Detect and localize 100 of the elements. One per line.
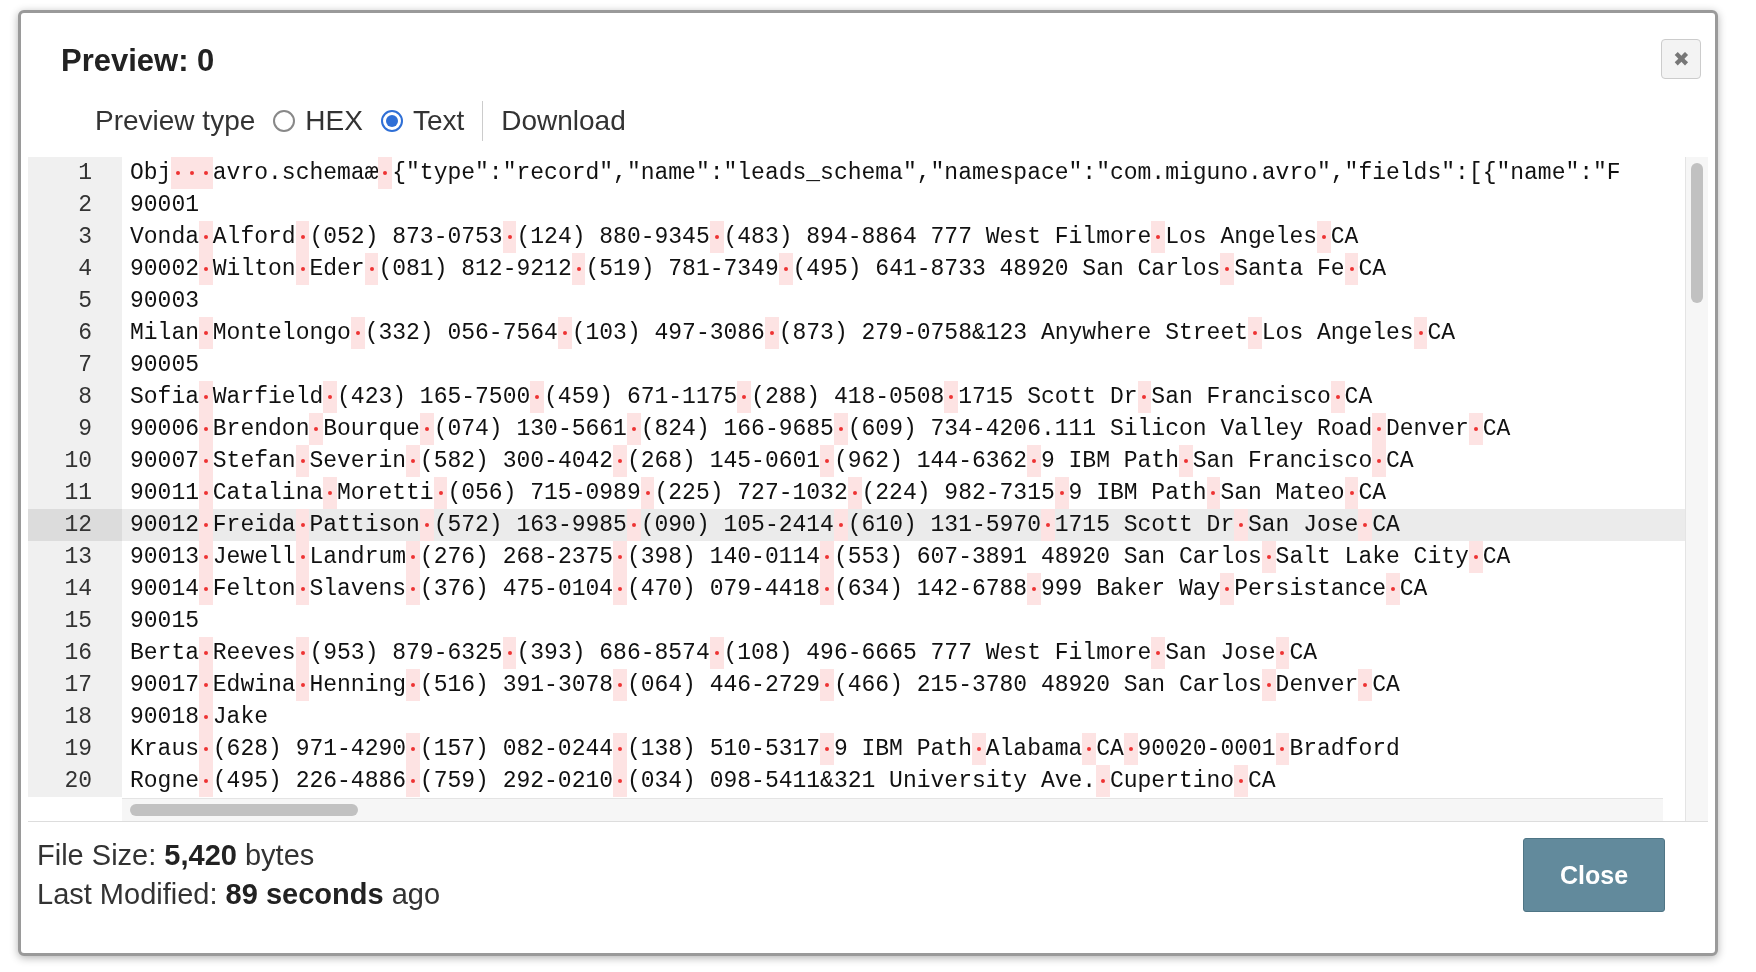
download-link[interactable]: Download: [501, 105, 626, 137]
control-character-icon: [364, 253, 379, 285]
code-text: 9 IBM Path: [833, 735, 972, 764]
control-character-icon: [406, 541, 420, 573]
control-character-icon: [1275, 733, 1290, 765]
line-number: 14: [28, 573, 122, 605]
control-character-icon: [764, 317, 779, 349]
line-number: 19: [28, 733, 122, 765]
control-character-icon: [433, 477, 448, 509]
code-text: (108) 496-6665 777 West Filmore: [723, 639, 1152, 668]
line-number: 17: [28, 669, 122, 701]
control-character-icon: [1317, 221, 1331, 253]
code-text: Severin: [309, 447, 407, 476]
code-text: Salt Lake City: [1275, 543, 1469, 572]
code-text: San Jose: [1248, 511, 1359, 540]
code-text: (081) 812-9212: [378, 255, 572, 284]
control-character-icon: [737, 381, 752, 413]
code-text: Brendon: [212, 415, 310, 444]
control-character-icon: [199, 221, 213, 253]
code-text: (759) 292-0210: [419, 767, 614, 796]
code-text: Denver: [1386, 415, 1469, 444]
close-button[interactable]: Close: [1523, 838, 1665, 912]
code-text: Warfield: [212, 383, 324, 412]
code-text: Jewell: [212, 543, 296, 572]
code-text: CA: [1358, 479, 1386, 508]
vertical-scrollbar[interactable]: [1685, 157, 1708, 821]
line-number: 18: [28, 701, 122, 733]
control-character-icon: [1027, 445, 1041, 477]
code-text: Felton: [212, 575, 296, 604]
radio-option[interactable]: HEX: [273, 105, 363, 137]
code-text: Los Angeles: [1165, 223, 1317, 252]
radio-option[interactable]: Text: [380, 105, 465, 137]
control-character-icon: [1151, 637, 1166, 669]
control-character-icon: [640, 477, 655, 509]
code-text: Moretti: [337, 479, 434, 508]
code-text: Montelongo: [212, 319, 351, 348]
control-character-icon: [820, 573, 834, 605]
code-text: Sofia: [130, 383, 199, 412]
control-character-icon: [295, 445, 310, 477]
control-character-icon: [1261, 541, 1276, 573]
code-text: CA: [1372, 511, 1400, 540]
dialog-title: Preview: 0: [61, 43, 215, 79]
code-text: {"type":"record","name":"leads_schema","namespace":"com.miguno.avro","fields":[{"name":"F: [392, 159, 1621, 188]
code-text: 90020-0001: [1137, 735, 1276, 764]
control-character-icon: [1344, 477, 1359, 509]
control-character-icon: [557, 317, 572, 349]
code-text: (398) 140-0114: [626, 543, 821, 572]
last-modified-text: Last Modified: 89 seconds ago: [37, 878, 441, 911]
code-text: 90013: [130, 543, 199, 572]
code-text: Edwina: [212, 671, 296, 700]
control-character-icon: [1220, 253, 1235, 285]
control-character-icon: [199, 157, 213, 189]
control-character-icon: [502, 637, 517, 669]
code-text: Slavens: [309, 575, 407, 604]
code-text: 90018: [130, 703, 199, 732]
control-character-icon: [613, 445, 627, 477]
control-character-icon: [1468, 541, 1483, 573]
code-text: (609) 734-4206.111 Silicon Valley Road: [847, 415, 1373, 444]
control-character-icon: [613, 669, 627, 701]
control-character-icon: [1054, 477, 1069, 509]
code-text: San Jose: [1165, 639, 1276, 668]
code-text: CA: [1372, 671, 1400, 700]
code-text: Landrum: [309, 543, 407, 572]
code-text: (224) 982-7315: [861, 479, 1055, 508]
line-number: 2: [28, 189, 122, 221]
code-text: (470) 079-4418: [626, 575, 821, 604]
control-character-icon: [1468, 413, 1483, 445]
line-number: 4: [28, 253, 122, 285]
close-icon[interactable]: ✖: [1661, 39, 1701, 79]
control-character-icon: [295, 637, 310, 669]
control-character-icon: [1179, 445, 1193, 477]
code-text: (276) 268-2375: [419, 543, 614, 572]
control-character-icon: [295, 573, 310, 605]
control-character-icon: [323, 477, 338, 509]
code-text: 90011: [130, 479, 199, 508]
code-text: (466) 215-3780 48920 San Carlos: [833, 671, 1262, 700]
control-character-icon: [1372, 445, 1386, 477]
code-text: CA: [1248, 767, 1276, 796]
code-text: (824) 166-9685: [640, 415, 834, 444]
control-character-icon: [1330, 381, 1345, 413]
code-text: (074) 130-5661: [433, 415, 627, 444]
horizontal-scrollbar[interactable]: [122, 798, 1663, 821]
code-text: (459) 671-1175: [544, 383, 738, 412]
control-character-icon: [709, 221, 724, 253]
code-text: Bradford: [1289, 735, 1400, 764]
control-character-icon: [406, 669, 420, 701]
control-character-icon: [1372, 413, 1386, 445]
code-text: CA: [1386, 447, 1414, 476]
code-text: (034) 098-5411&321 University Ave.: [626, 767, 1097, 796]
code-text: (483) 894-8864 777 West Filmore: [723, 223, 1152, 252]
control-character-icon: [350, 317, 365, 349]
code-text: CA: [1482, 543, 1511, 572]
code-text: Denver: [1275, 671, 1359, 700]
code-text: (516) 391-3078: [419, 671, 614, 700]
control-character-icon: [1096, 765, 1110, 797]
code-text: Rogne: [130, 767, 199, 796]
code-text: (610) 131-5970: [847, 511, 1041, 540]
control-character-icon: [1123, 733, 1138, 765]
control-character-icon: [1234, 509, 1248, 541]
control-character-icon: [1137, 381, 1152, 413]
